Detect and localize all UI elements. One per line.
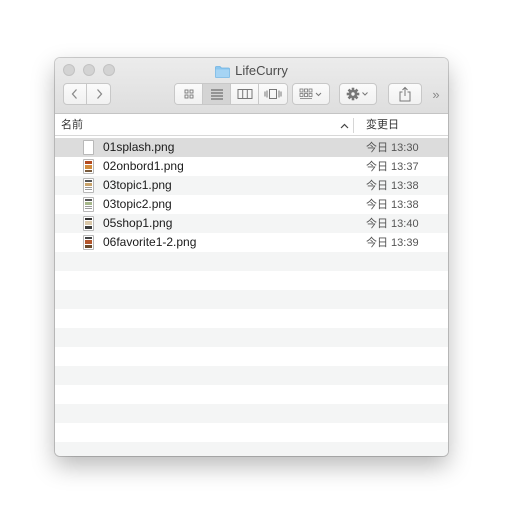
view-mode-control [174, 83, 288, 105]
cover-flow-button[interactable] [259, 84, 287, 104]
file-row[interactable]: 06favorite1-2.png 今日 13:39 [55, 233, 448, 252]
folder-icon [215, 65, 231, 78]
list-view-button[interactable] [203, 84, 231, 104]
png-file-icon [83, 235, 94, 250]
window-toolbar: LifeCurry » [55, 58, 448, 114]
file-name: 03topic1.png [103, 178, 172, 192]
png-file-icon [83, 140, 94, 155]
file-name: 06favorite1-2.png [103, 235, 197, 249]
sort-ascending-icon[interactable] [340, 120, 349, 132]
png-file-icon [83, 216, 94, 231]
arrange-button[interactable] [292, 83, 330, 105]
action-button[interactable] [339, 83, 377, 105]
file-row[interactable]: 03topic2.png 今日 13:38 [55, 195, 448, 214]
empty-row [55, 442, 448, 456]
file-date: 今日 13:39 [366, 237, 419, 249]
column-divider[interactable] [353, 118, 354, 133]
chevron-right-icon [96, 89, 102, 99]
column-view-button[interactable] [231, 84, 259, 104]
file-date: 今日 13:38 [366, 180, 419, 192]
date-modified-column-header[interactable]: 変更日 [366, 119, 399, 132]
arrange-grid-icon [299, 88, 322, 99]
file-name: 03topic2.png [103, 197, 172, 211]
png-file-icon [83, 178, 94, 193]
gear-icon [346, 87, 368, 101]
empty-row [55, 404, 448, 423]
column-view-icon [237, 89, 252, 99]
window-title-text: LifeCurry [235, 63, 288, 78]
back-button[interactable] [63, 83, 87, 105]
file-row[interactable]: 05shop1.png 今日 13:40 [55, 214, 448, 233]
png-file-icon [83, 159, 94, 174]
png-file-icon [83, 197, 94, 212]
file-name: 01splash.png [103, 140, 175, 154]
list-view-icon [210, 89, 223, 100]
file-date: 今日 13:38 [366, 199, 419, 211]
file-name: 05shop1.png [103, 216, 173, 230]
cover-flow-icon [264, 89, 282, 99]
chevron-left-icon [71, 89, 77, 99]
toolbar-overflow-button[interactable]: » [429, 83, 443, 105]
share-button[interactable] [388, 83, 422, 105]
icon-view-button[interactable] [175, 84, 203, 104]
file-row[interactable]: 01splash.png 今日 13:30 [55, 138, 448, 157]
empty-row [55, 252, 448, 271]
file-date: 今日 13:37 [366, 161, 419, 173]
name-column-header[interactable]: 名前 [61, 119, 83, 132]
share-icon [399, 86, 411, 102]
empty-row [55, 328, 448, 347]
column-header: 名前 変更日 [55, 115, 448, 136]
finder-window: LifeCurry » 名前 変更日 01splash.png 今日 13:30… [55, 58, 448, 456]
file-row[interactable]: 02onbord1.png 今日 13:37 [55, 157, 448, 176]
empty-row [55, 290, 448, 309]
file-date: 今日 13:40 [366, 218, 419, 230]
file-name: 02onbord1.png [103, 159, 184, 173]
file-row[interactable]: 03topic1.png 今日 13:38 [55, 176, 448, 195]
window-title: LifeCurry [55, 63, 448, 79]
icon-view-icon [184, 89, 193, 99]
empty-row [55, 366, 448, 385]
forward-button[interactable] [86, 83, 111, 105]
file-date: 今日 13:30 [366, 142, 419, 154]
file-list: 01splash.png 今日 13:30 02onbord1.png 今日 1… [55, 138, 448, 456]
